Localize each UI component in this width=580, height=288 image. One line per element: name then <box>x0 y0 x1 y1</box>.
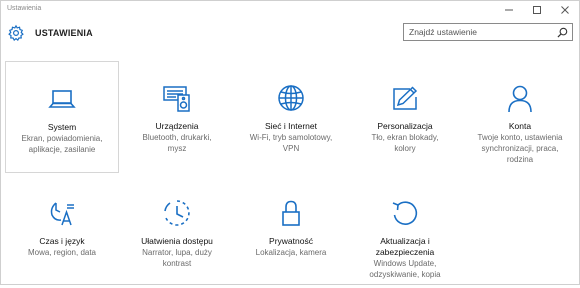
tile-name: Personalizacja <box>377 121 433 131</box>
tile-description: Narrator, lupa, duży kontrast <box>142 248 212 268</box>
tile-name: Konta <box>508 121 532 131</box>
tile-time-language[interactable]: Czas i język Mowa, region, data <box>5 176 119 288</box>
ease-of-access-icon <box>164 200 190 226</box>
maximize-icon <box>533 6 541 14</box>
tile-accounts[interactable]: Konta Twoje konto, ustawienia synchroniz… <box>463 61 577 173</box>
search-icon[interactable] <box>557 27 568 38</box>
search-box[interactable] <box>403 23 573 41</box>
settings-header: USTAWIENIA <box>1 19 579 49</box>
tile-devices[interactable]: Urządzenia Bluetooth, drukarki, mysz <box>120 61 234 173</box>
tile-system[interactable]: System Ekran, powiadomienia, aplikacje, … <box>5 61 119 173</box>
tile-description: Twoje konto, ustawienia synchronizacji, … <box>477 133 563 164</box>
tile-description: Tło, ekran blokady, kolory <box>371 133 439 153</box>
minimize-button[interactable] <box>495 1 523 19</box>
tile-name: Urządzenia <box>155 121 199 131</box>
tile-name: Czas i język <box>39 236 85 246</box>
maximize-button[interactable] <box>523 1 551 19</box>
window-title: Ustawienia <box>7 5 42 12</box>
paint-icon <box>393 86 418 110</box>
search-input[interactable] <box>409 25 549 39</box>
tile-description: Ekran, powiadomienia, aplikacje, zasilan… <box>21 134 103 154</box>
page-title: USTAWIENIA <box>35 28 93 38</box>
time-language-icon <box>50 202 74 226</box>
settings-window: Ustawienia USTAWIENIA Znajdź ustawienie … <box>0 0 580 285</box>
tile-name: Prywatność <box>269 236 313 246</box>
tile-name: Ułatwienia dostępu <box>141 236 213 246</box>
devices-icon <box>163 86 190 112</box>
tile-ease-of-access[interactable]: Ułatwienia dostępu Narrator, lupa, duży … <box>120 176 234 288</box>
title-bar: Ustawienia <box>1 1 579 19</box>
gear-icon <box>8 24 24 42</box>
laptop-icon <box>48 90 76 108</box>
tile-privacy[interactable]: Prywatność Lokalizacja, kamera <box>234 176 348 288</box>
tile-name: Sieć i Internet <box>265 121 317 131</box>
tile-name: System <box>47 122 77 132</box>
tile-description: Wi-Fi, tryb samolotowy, VPN <box>249 133 333 153</box>
globe-icon <box>278 85 304 111</box>
tile-update-security[interactable]: Aktualizacja i zabezpieczenia Windows Up… <box>348 176 462 288</box>
tile-personalization[interactable]: Personalizacja Tło, ekran blokady, kolor… <box>348 61 462 173</box>
tile-description: Mowa, region, data <box>27 248 97 257</box>
close-button[interactable] <box>551 1 579 19</box>
tile-description: Bluetooth, drukarki, mysz <box>142 133 212 153</box>
tile-network[interactable]: Sieć i Internet Wi-Fi, tryb samolotowy, … <box>234 61 348 173</box>
person-icon <box>508 85 532 113</box>
tile-name: Aktualizacja i zabezpieczenia <box>375 236 435 257</box>
update-icon <box>392 201 418 225</box>
tile-description: Windows Update, odzyskiwanie, kopia <box>369 259 441 279</box>
tile-description: Lokalizacja, kamera <box>255 248 327 257</box>
minimize-icon <box>505 9 513 11</box>
lock-icon <box>282 200 300 226</box>
close-icon <box>561 6 569 14</box>
